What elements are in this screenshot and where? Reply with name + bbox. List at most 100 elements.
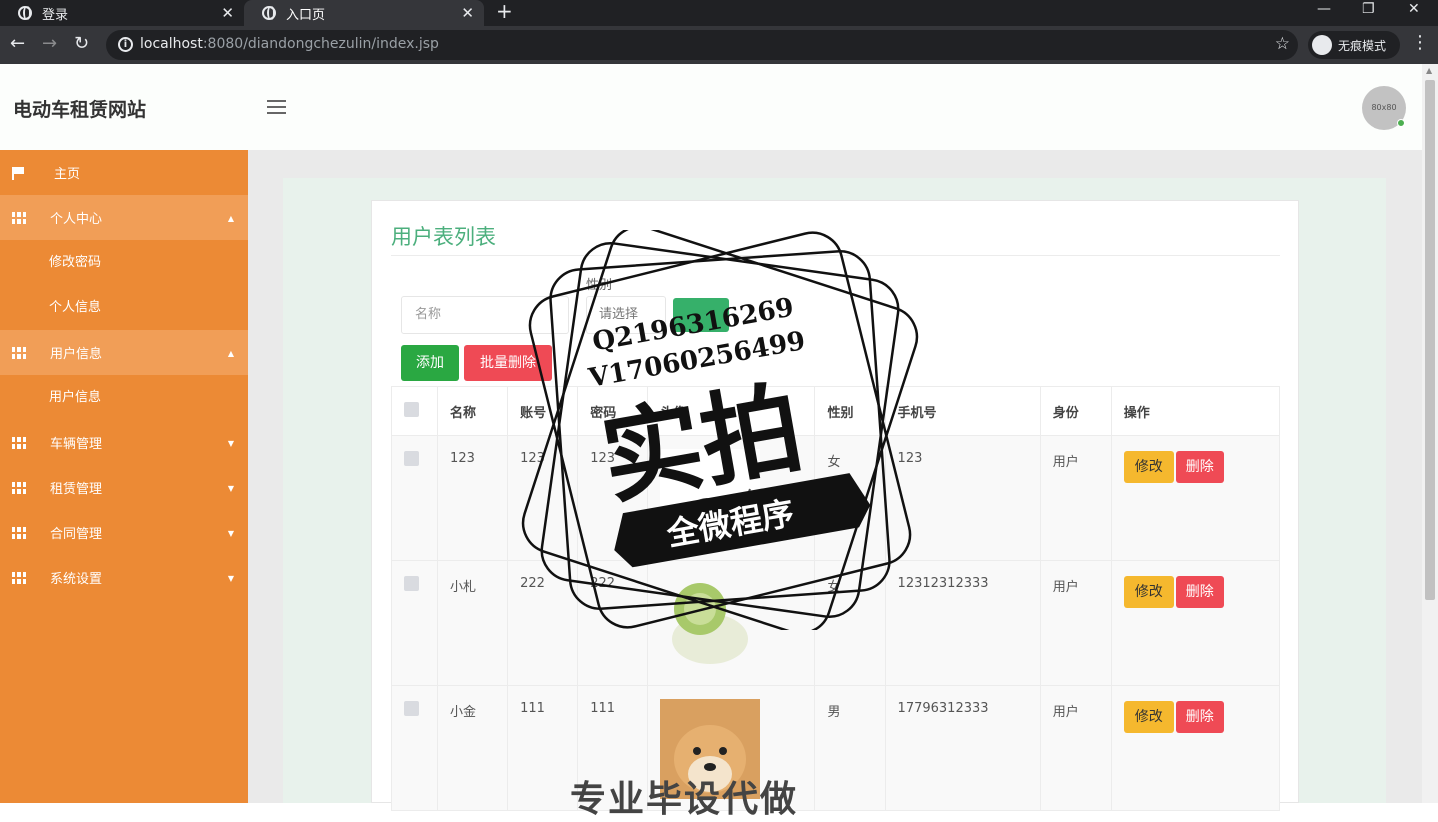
cell-actions: 修改 删除 [1110,685,1281,811]
sidebar-item-contract[interactable]: 合同管理 ▼ [0,510,248,555]
grid-icon [12,526,26,539]
avatar[interactable]: 80x80 [1362,86,1406,130]
edit-button[interactable]: 修改 [1123,451,1174,483]
sidebar-item-label: 用户信息 [50,347,103,362]
page-title: 用户表列表 [391,225,496,249]
tab-title: 登录 [42,7,69,23]
caret-down-icon: ▼ [227,574,234,583]
restore-icon[interactable]: ❐ [1362,0,1375,18]
cell-role: 用户 [1039,685,1112,811]
cell-password: 123 [577,435,649,561]
row-select-cell [390,685,439,811]
bookmark-star-icon[interactable]: ☆ [1275,34,1290,54]
sidebar-item-label: 合同管理 [50,527,103,542]
cell-avatar [647,560,816,686]
row-select-cell [390,435,439,561]
user-table: 名称 账号 密码 头像 性别 手机号 身份 操作 123 123 123 女 1… [390,386,1281,811]
sidebar-item-rental[interactable]: 租赁管理 ▼ [0,465,248,510]
cell-phone: 17796312333 [884,685,1041,811]
reload-icon[interactable]: ↻ [74,34,89,54]
row-checkbox[interactable] [404,576,419,591]
sidebar-subitem-user-info[interactable]: 用户信息 [0,375,248,420]
delete-button[interactable]: 删除 [1175,701,1224,733]
name-search-input[interactable]: 名称 [401,296,569,334]
cell-phone: 12312312333 [884,560,1041,686]
page-scrollbar[interactable]: ▲ [1422,64,1438,803]
cell-account: 111 [507,685,579,811]
edit-button[interactable]: 修改 [1123,576,1174,608]
caret-down-icon: ▼ [227,484,234,493]
caret-down-icon: ▼ [227,439,234,448]
col-header: 名称 [437,386,509,436]
address-bar: ← → ↻ i localhost:8080/diandongchezulin/… [0,26,1438,64]
edit-button[interactable]: 修改 [1123,701,1174,733]
sidebar-item-label: 车辆管理 [50,437,103,452]
sidebar-item-user-info[interactable]: 用户信息 ▲ [0,330,248,375]
sidebar-item-home[interactable]: 主页 [0,150,248,195]
row-checkbox[interactable] [404,451,419,466]
browser-tab-entry[interactable]: 入口页 ✕ [244,0,484,26]
top-header: 电动车租赁网站 80x80 [0,64,1422,150]
gender-select[interactable]: 请选择 [586,296,666,334]
sidebar-item-label: 个人中心 [50,212,103,227]
query-button[interactable] [673,298,729,332]
col-header: 手机号 [884,386,1041,436]
caret-up-icon: ▲ [227,349,234,358]
app: 电动车租赁网站 80x80 主页 个人中心 ▲ 修改密码 个人信息 用户信息 ▲… [0,64,1422,811]
cell-avatar [647,435,816,561]
col-header: 身份 [1039,386,1112,436]
delete-button[interactable]: 删除 [1175,451,1224,483]
scroll-up-icon[interactable]: ▲ [1426,66,1432,75]
sidebar-item-system-settings[interactable]: 系统设置 ▼ [0,555,248,600]
incognito-label: 无痕模式 [1338,38,1387,53]
user-list-card: 用户表列表 名称 性别 请选择 添加 批量删除 名称 账号 密码 头像 性别 手… [371,200,1299,811]
col-header: 账号 [507,386,579,436]
cell-gender: 男 [814,685,886,811]
minimize-icon[interactable]: — [1317,0,1331,18]
watermark-bottom-text: 专业毕设代做 [570,779,799,820]
site-info-icon[interactable]: i [118,37,133,52]
close-tab-icon[interactable]: ✕ [461,4,474,22]
avatar-cabbage-dog-image [660,574,761,674]
site-brand: 电动车租赁网站 [13,99,147,121]
sidebar: 主页 个人中心 ▲ 修改密码 个人信息 用户信息 ▲ 用户信息 车辆管理 ▼ 租… [0,150,248,803]
cell-name: 123 [437,435,509,561]
cell-account: 123 [507,435,579,561]
browser-tab-login[interactable]: 登录 ✕ [0,0,244,26]
grid-icon [12,436,26,449]
row-checkbox[interactable] [404,701,419,716]
sidebar-item-vehicle[interactable]: 车辆管理 ▼ [0,420,248,465]
globe-icon [262,6,276,20]
col-header: 操作 [1110,386,1281,436]
url-text: localhost:8080/diandongchezulin/index.js… [140,36,439,52]
online-status-dot [1397,119,1405,127]
select-all-checkbox[interactable] [404,401,419,417]
title-divider [391,255,1280,256]
add-button[interactable]: 添加 [401,345,459,381]
flag-icon [12,166,24,180]
delete-button[interactable]: 删除 [1175,576,1224,608]
gender-label: 性别 [586,278,613,293]
close-window-icon[interactable]: ✕ [1408,0,1420,18]
tab-title: 入口页 [286,7,326,23]
new-tab-icon[interactable]: + [496,0,513,22]
col-header: 头像 [647,386,816,436]
sidebar-subitem-profile[interactable]: 个人信息 [0,285,248,330]
globe-icon [18,6,32,20]
forward-icon[interactable]: → [42,34,57,54]
browser-tab-bar: 登录 ✕ 入口页 ✕ + — ❐ ✕ [0,0,1438,26]
cell-name: 小札 [437,560,509,686]
hamburger-menu-icon[interactable] [267,100,286,118]
scrollbar-thumb[interactable] [1425,80,1435,600]
browser-menu-icon[interactable]: ⋮ [1411,32,1429,53]
close-tab-icon[interactable]: ✕ [221,4,234,22]
batch-delete-button[interactable]: 批量删除 [464,345,552,381]
incognito-badge[interactable]: 无痕模式 [1308,31,1400,59]
cell-actions: 修改 删除 [1110,560,1281,686]
back-icon[interactable]: ← [10,34,25,54]
sidebar-subitem-change-password[interactable]: 修改密码 [0,240,248,285]
table-row: 123 123 123 女 123 用户 修改 删除 [390,435,1281,561]
url-field[interactable]: i localhost:8080/diandongchezulin/index.… [106,30,1298,60]
sidebar-item-personal-center[interactable]: 个人中心 ▲ [0,195,248,240]
table-row: 小金 111 111 男 17796312333 用户 修改 删除 [390,685,1281,811]
